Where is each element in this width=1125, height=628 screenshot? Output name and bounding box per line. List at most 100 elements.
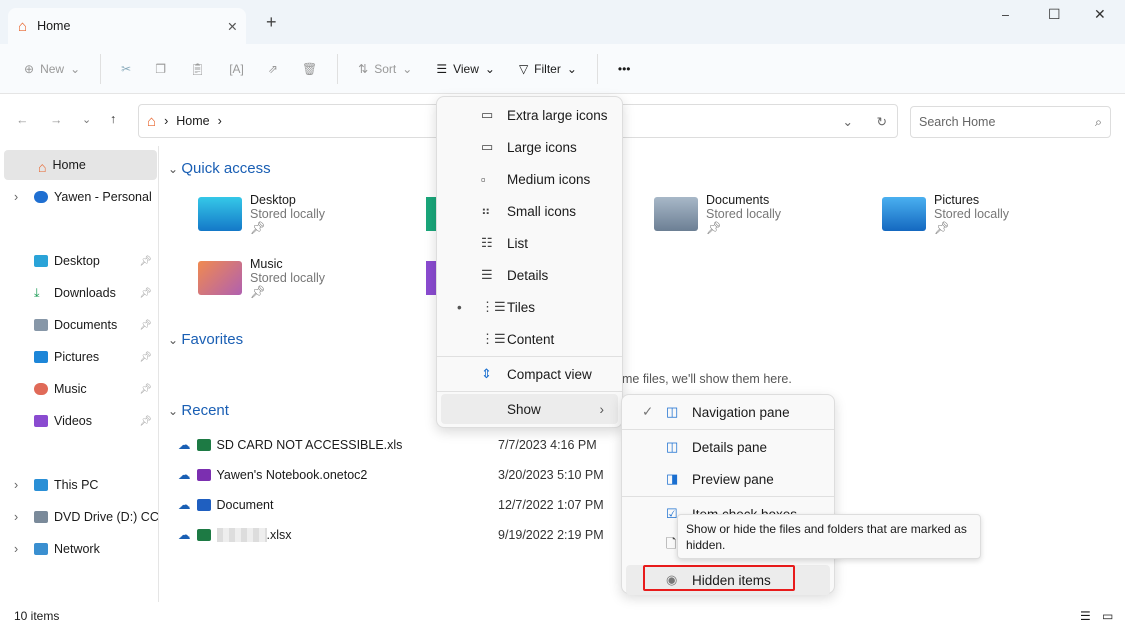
tiles-view-icon[interactable]: ▭ (1102, 609, 1113, 623)
menu-item-list[interactable]: ☷ List (441, 228, 618, 258)
chevron-down-icon[interactable]: ⌄ (843, 114, 853, 129)
home-icon: ⌂ (147, 112, 157, 130)
cloud-icon: ☁ (178, 468, 191, 482)
search-input[interactable]: Search Home ⌕ (910, 106, 1111, 138)
search-icon: ⌕ (1094, 114, 1102, 129)
minimize-button[interactable]: – (1002, 8, 1009, 22)
pin-icon[interactable]: 📌︎ (139, 352, 152, 363)
folder-tile-pictures[interactable]: Pictures Stored locally 📌︎ (882, 193, 1009, 236)
back-icon[interactable]: ← (16, 113, 29, 127)
sidebar-item-pictures[interactable]: Pictures 📌︎ (0, 342, 158, 372)
pin-icon: 📌︎ (706, 221, 722, 235)
sidebar-item-onedrive[interactable]: › Yawen - Personal (0, 182, 158, 212)
rename-button[interactable]: [A] (219, 56, 254, 82)
item-count: 10 items (14, 609, 60, 623)
cloud-icon: ☁ (178, 438, 191, 452)
folder-name: Documents (706, 193, 770, 207)
view-menu: ▭ Extra large icons ▭ Large icons ▫ Medium … (436, 96, 623, 428)
recent-file-row[interactable]: ☁ Document 12/7/2022 1:07 PM (178, 497, 618, 513)
sidebar-item-this-pc[interactable]: › This PC (0, 470, 158, 500)
view-button[interactable]: ☰ View ⌄ (426, 56, 505, 82)
sidebar-item-label: DVD Drive (D:) CCC (54, 510, 158, 524)
section-quick-access[interactable]: Quick access (168, 160, 270, 177)
section-favorites[interactable]: Favorites (168, 331, 243, 348)
menu-item-small-icons[interactable]: ⠶ Small icons (441, 196, 618, 226)
sidebar-item-downloads[interactable]: ⤓ Downloads 📌︎ (0, 278, 158, 308)
menu-label: Extra large icons (507, 107, 608, 123)
close-tab-icon[interactable]: ✕ (227, 19, 237, 34)
recent-file-row[interactable]: ☁ .xlsx 9/19/2022 2:19 PM (178, 527, 618, 542)
menu-item-navigation-pane[interactable]: ✓ ◫ Navigation pane (626, 397, 830, 427)
folder-tile-documents[interactable]: Documents Stored locally 📌︎ (654, 193, 781, 236)
up-icon[interactable]: ↑ (110, 112, 116, 126)
filter-button[interactable]: ▽ Filter ⌄ (509, 56, 587, 82)
recent-locations-icon[interactable]: ⌄ (82, 113, 91, 126)
sidebar-item-videos[interactable]: Videos 📌︎ (0, 406, 158, 436)
menu-label: Large icons (507, 139, 577, 155)
pin-icon[interactable]: 📌︎ (139, 256, 152, 267)
breadcrumb-home[interactable]: Home (176, 114, 209, 128)
menu-item-details-pane[interactable]: ◫ Details pane (626, 432, 830, 462)
pin-icon[interactable]: 📌︎ (139, 288, 152, 299)
menu-item-details[interactable]: ☰ Details (441, 260, 618, 290)
folder-icon (426, 261, 436, 295)
sidebar-item-network[interactable]: › Network (0, 534, 158, 564)
videos-icon (34, 415, 48, 427)
close-button[interactable]: ✕ (1094, 6, 1106, 23)
new-tab-button[interactable]: + (266, 12, 277, 33)
pin-icon[interactable]: 📌︎ (139, 320, 152, 331)
file-name: Yawen's Notebook.onetoc2 (216, 467, 368, 482)
menu-item-medium-icons[interactable]: ▫ Medium icons (441, 164, 618, 194)
download-icon: ⤓ (34, 285, 40, 300)
menu-label: Tiles (507, 299, 536, 315)
more-button[interactable]: ••• (608, 56, 641, 82)
menu-item-extra-large-icons[interactable]: ▭ Extra large icons (441, 100, 618, 130)
sidebar-item-home[interactable]: ⌂ Home (4, 150, 157, 180)
expand-icon: › (14, 542, 19, 556)
pin-icon[interactable]: 📌︎ (139, 416, 152, 427)
expand-icon: › (14, 510, 19, 524)
sidebar-item-music[interactable]: Music 📌︎ (0, 374, 158, 404)
menu-label: Details pane (692, 439, 768, 455)
maximize-button[interactable]: ☐ (1048, 6, 1061, 23)
menu-divider (437, 391, 622, 392)
pictures-icon (34, 351, 48, 363)
folder-tile-music[interactable]: Music Stored locally 📌︎ (198, 257, 325, 300)
menu-item-compact-view[interactable]: ⇕ Compact view (441, 359, 618, 389)
new-button[interactable]: ⊕ New ⌄ (14, 56, 90, 82)
sidebar-item-label: This PC (54, 478, 99, 492)
pin-icon[interactable]: 📌︎ (139, 384, 152, 395)
tiles-icon: ⋮☰ (481, 299, 506, 314)
dvd-drive-icon (34, 511, 48, 523)
paste-button[interactable]: 📋︎ (180, 56, 215, 82)
refresh-icon[interactable]: ↻ (877, 114, 887, 129)
copy-button[interactable]: ❐ (145, 56, 176, 82)
recent-file-row[interactable]: ☁ Yawen's Notebook.onetoc2 3/20/2023 5:10 … (178, 467, 618, 483)
share-button[interactable]: ⇗ (258, 56, 288, 82)
folder-status: Stored locally (706, 207, 782, 221)
section-recent[interactable]: Recent (168, 402, 229, 419)
sidebar-item-label: Pictures (54, 350, 100, 364)
monitor-icon: ▭ (481, 139, 494, 154)
sidebar-item-documents[interactable]: Documents 📌︎ (0, 310, 158, 340)
sort-button[interactable]: ⇅ Sort ⌄ (348, 56, 422, 82)
folder-tile-desktop[interactable]: Desktop Stored locally 📌︎ (198, 193, 325, 236)
cut-button[interactable]: ✂ (111, 56, 141, 82)
sidebar-item-dvd-drive[interactable]: › DVD Drive (D:) CCC (0, 502, 158, 532)
delete-button[interactable]: 🗑︎ (292, 56, 327, 82)
menu-item-large-icons[interactable]: ▭ Large icons (441, 132, 618, 162)
plus-circle-icon: ⊕ (24, 61, 35, 76)
menu-item-show[interactable]: Show › (441, 394, 618, 424)
forward-icon[interactable]: → (50, 113, 63, 127)
home-icon: ⌂ (38, 159, 47, 175)
menu-item-tiles[interactable]: • ⋮☰ Tiles (441, 292, 618, 322)
tab-home[interactable]: ⌂ Home ✕ (8, 8, 246, 44)
details-view-icon[interactable]: ☰ (1080, 609, 1091, 623)
sidebar-item-desktop[interactable]: Desktop 📌︎ (0, 246, 158, 276)
menu-item-content[interactable]: ⋮☰ Content (441, 324, 618, 354)
cloud-icon: ☁ (178, 498, 191, 512)
recent-file-row[interactable]: ☁ SD CARD NOT ACCESSIBLE.xls 7/7/2023 4:16… (178, 437, 618, 453)
menu-item-preview-pane[interactable]: ◨ Preview pane (626, 464, 830, 494)
pane-icon: ◫ (666, 404, 679, 419)
folder-status: Stored locally (934, 207, 1010, 221)
